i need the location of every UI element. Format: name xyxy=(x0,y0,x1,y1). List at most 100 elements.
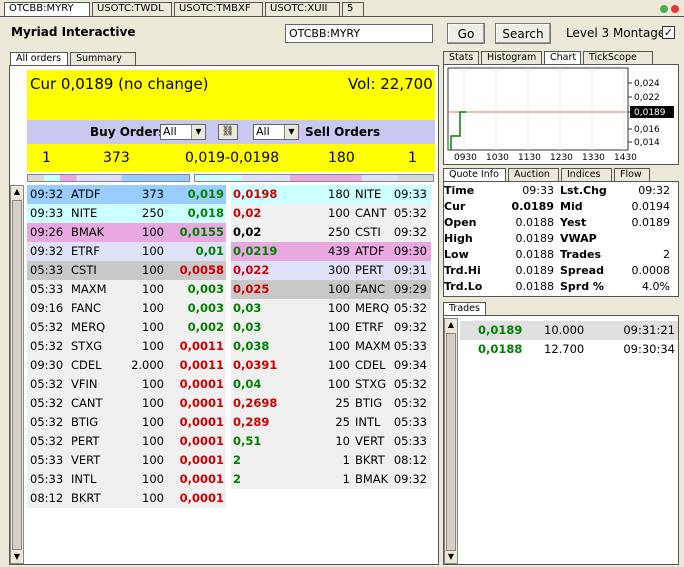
order-time: 05:32 xyxy=(30,415,64,429)
order-price: 0,02 xyxy=(233,225,262,239)
order-size: 100 xyxy=(142,453,164,467)
buy-order-row[interactable]: 05:33 VERT 100 0,0001 xyxy=(27,451,226,470)
buy-order-row[interactable]: 08:12 BKRT 100 0,0001 xyxy=(27,489,226,508)
sell-order-row[interactable]: 0,51 10 VERT 05:33 xyxy=(231,432,431,451)
buy-order-row[interactable]: 05:32 STXG 100 0,0011 xyxy=(27,337,226,356)
order-time: 09:31 xyxy=(393,263,427,277)
search-button[interactable]: Search xyxy=(495,23,551,44)
quote-value: 0.0188 xyxy=(515,216,555,229)
sell-order-row[interactable]: 0,038 100 MAXM 05:33 xyxy=(231,337,431,356)
trade-time: 09:31:21 xyxy=(623,323,675,337)
tab-indices[interactable]: Indices xyxy=(561,168,612,181)
buy-order-row[interactable]: 09:16 FANC 100 0,003 xyxy=(27,299,226,318)
scroll-up-icon[interactable]: ▲ xyxy=(445,319,457,331)
scroll-thumb[interactable] xyxy=(12,200,22,550)
go-button[interactable]: Go xyxy=(447,23,485,44)
order-size: 250 xyxy=(142,206,164,220)
close-icon[interactable] xyxy=(671,5,679,13)
top-tab-0[interactable]: OTCBB:MYRY xyxy=(4,2,90,17)
sell-filter-select[interactable]: All ▼ xyxy=(253,124,299,140)
minimize-icon[interactable] xyxy=(660,5,668,13)
montage-checkbox[interactable]: ✓ xyxy=(662,26,675,39)
order-size: 300 xyxy=(328,263,350,277)
market-maker: BTIG xyxy=(355,396,383,410)
sell-order-row[interactable]: 0,03 100 MERQ 05:32 xyxy=(231,299,431,318)
sell-order-row[interactable]: 0,025 100 FANC 09:29 xyxy=(231,280,431,299)
sell-order-row[interactable]: 0,289 25 INTL 05:33 xyxy=(231,413,431,432)
top-tab-2[interactable]: USOTC:TMBXF xyxy=(174,2,263,16)
order-size: 100 xyxy=(328,320,350,334)
order-price: 0,0391 xyxy=(233,358,278,372)
order-time: 09:16 xyxy=(30,301,64,315)
sell-order-row[interactable]: 2 1 BMAK 09:32 xyxy=(231,470,431,489)
quote-row: Low 0.0188 Trades 2 xyxy=(444,247,674,263)
scroll-down-icon[interactable]: ▼ xyxy=(445,551,457,563)
scroll-down-icon[interactable]: ▼ xyxy=(11,551,23,563)
order-price: 0,003 xyxy=(187,301,224,315)
order-time: 05:32 xyxy=(393,301,427,315)
order-price: 0,03 xyxy=(233,301,262,315)
top-tab-1[interactable]: USOTC:TWDL xyxy=(92,2,172,16)
tab-histogram[interactable]: Histogram xyxy=(481,51,542,64)
symbol-input[interactable] xyxy=(285,24,433,43)
quote-label: Cur xyxy=(444,200,466,213)
ask-size: 180 xyxy=(328,150,355,166)
trade-row[interactable]: 0,0189 10.000 09:31:21 xyxy=(460,321,678,340)
buy-order-row[interactable]: 05:32 VFIN 100 0,0001 xyxy=(27,375,226,394)
buy-order-row[interactable]: 09:32 ATDF 373 0,019 xyxy=(27,185,226,204)
orders-scrollbar[interactable]: ▲ ▼ xyxy=(10,185,24,564)
buy-order-row[interactable]: 05:32 MERQ 100 0,002 xyxy=(27,318,226,337)
quote-value: 0.0189 xyxy=(515,264,555,277)
tab-summary[interactable]: Summary xyxy=(70,52,136,65)
order-time: 05:32 xyxy=(30,339,64,353)
sell-order-row[interactable]: 0,0219 439 ATDF 09:30 xyxy=(231,242,431,261)
buy-order-row[interactable]: 05:32 PERT 100 0,0001 xyxy=(27,432,226,451)
buy-order-row[interactable]: 09:32 ETRF 100 0,01 xyxy=(27,242,226,261)
tab-trades[interactable]: Trades xyxy=(443,302,486,315)
buy-order-row[interactable]: 05:33 CSTI 100 0,0058 xyxy=(27,261,226,280)
tab-auction[interactable]: Auction xyxy=(508,168,559,181)
top-tab-3[interactable]: USOTC:XUII xyxy=(265,2,340,16)
sell-order-row[interactable]: 0,02 100 CANT 05:32 xyxy=(231,204,431,223)
sell-order-row[interactable]: 0,022 300 PERT 09:31 xyxy=(231,261,431,280)
top-tab-4[interactable]: 5 xyxy=(342,2,364,16)
tab-stats[interactable]: Stats xyxy=(443,51,479,64)
tab-all-orders[interactable]: All orders xyxy=(10,52,68,65)
buy-order-row[interactable]: 09:30 CDEL 2.000 0,0011 xyxy=(27,356,226,375)
market-maker: MERQ xyxy=(355,301,390,315)
sell-order-row[interactable]: 0,0198 180 NITE 09:33 xyxy=(231,185,431,204)
montage-label: Level 3 Montage xyxy=(566,26,666,40)
market-maker: FANC xyxy=(355,282,386,296)
buy-order-row[interactable]: 05:32 BTIG 100 0,0001 xyxy=(27,413,226,432)
market-maker: BTIG xyxy=(71,415,99,429)
order-time: 05:32 xyxy=(30,320,64,334)
order-size: 100 xyxy=(328,301,350,315)
link-icon[interactable]: ⛓ xyxy=(218,124,238,140)
sell-order-row[interactable]: 0,04 100 STXG 05:32 xyxy=(231,375,431,394)
order-price: 0,022 xyxy=(233,263,270,277)
sell-order-row[interactable]: 2 1 BKRT 08:12 xyxy=(231,451,431,470)
buy-order-row[interactable]: 05:33 INTL 100 0,0001 xyxy=(27,470,226,489)
order-size: 25 xyxy=(335,396,350,410)
tab-flow[interactable]: Flow xyxy=(614,168,650,181)
buy-filter-select[interactable]: All ▼ xyxy=(160,124,206,140)
trade-row[interactable]: 0,0188 12.700 09:30:34 xyxy=(460,340,678,359)
sell-order-row[interactable]: 0,0391 100 CDEL 09:34 xyxy=(231,356,431,375)
sell-order-row[interactable]: 0,2698 25 BTIG 05:32 xyxy=(231,394,431,413)
tab-quote-info[interactable]: Quote Info xyxy=(443,168,506,181)
scroll-thumb[interactable] xyxy=(446,333,456,551)
tab-chart[interactable]: Chart xyxy=(544,51,581,64)
buy-order-row[interactable]: 05:32 CANT 100 0,0001 xyxy=(27,394,226,413)
sell-order-row[interactable]: 0,03 100 ETRF 09:32 xyxy=(231,318,431,337)
buy-order-row[interactable]: 09:33 NITE 250 0,018 xyxy=(27,204,226,223)
tab-tickscope[interactable]: TickScope xyxy=(583,51,653,64)
order-price: 0,0001 xyxy=(179,396,224,410)
scroll-up-icon[interactable]: ▲ xyxy=(11,186,23,198)
sell-order-row[interactable]: 0,02 250 CSTI 09:32 xyxy=(231,223,431,242)
market-maker: ETRF xyxy=(71,244,100,258)
trades-scrollbar[interactable]: ▲ ▼ xyxy=(444,318,458,564)
buy-order-row[interactable]: 09:26 BMAK 100 0,0155 xyxy=(27,223,226,242)
quote-label: Mid xyxy=(560,200,583,213)
order-price: 0,04 xyxy=(233,377,262,391)
buy-order-row[interactable]: 05:33 MAXM 100 0,003 xyxy=(27,280,226,299)
